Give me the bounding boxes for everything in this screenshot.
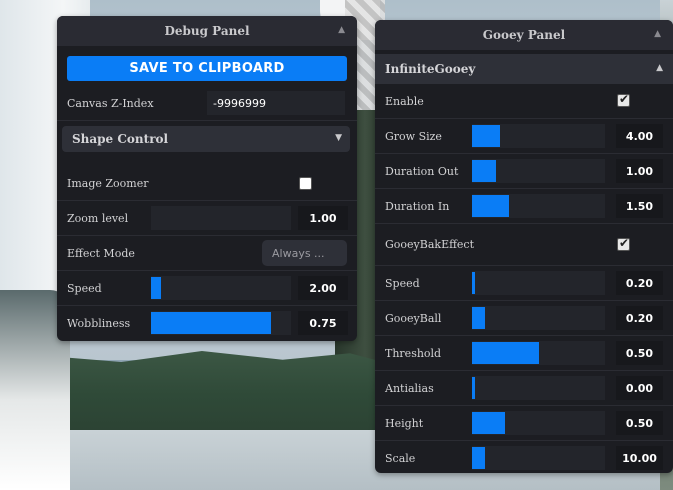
enable-row: Enable ✔ (375, 84, 673, 119)
grow-size-slider[interactable] (472, 124, 605, 148)
antialias-row: Antialias 0.00 (375, 371, 673, 406)
image-zoomer-label: Image Zoomer (67, 176, 149, 190)
antialias-slider-fill (472, 377, 475, 399)
zoom-level-label: Zoom level (67, 211, 129, 225)
infinite-gooey-section[interactable]: InfiniteGooey ▲ (375, 54, 673, 84)
zoom-level-row: Zoom level 1.00 (57, 201, 357, 236)
effect-mode-row: Effect Mode Always ... (57, 236, 357, 271)
gooey-panel: Gooey Panel ▲ InfiniteGooey ▲ Enable ✔ G… (375, 20, 673, 473)
duration-in-label: Duration In (385, 199, 450, 213)
speed-slider[interactable] (151, 276, 291, 300)
scale-slider-fill (472, 447, 485, 469)
shape-control-section[interactable]: Shape Control ▼ (62, 126, 350, 152)
duration-in-slider[interactable] (472, 194, 605, 218)
duration-out-row: Duration Out 1.00 (375, 154, 673, 189)
chevron-down-icon: ▼ (335, 133, 342, 143)
effect-mode-select[interactable]: Always ... (262, 240, 347, 266)
scale-slider[interactable] (472, 446, 605, 470)
grow-size-label: Grow Size (385, 129, 442, 143)
scale-row: Scale 10.00 (375, 441, 673, 473)
height-row: Height 0.50 (375, 406, 673, 441)
antialias-value[interactable]: 0.00 (616, 376, 663, 400)
gooey-bak-effect-label: GooeyBakEffect (385, 238, 474, 251)
duration-out-value[interactable]: 1.00 (616, 159, 663, 183)
wobbliness-slider[interactable] (151, 311, 291, 335)
gooey-ball-row: GooeyBall 0.20 (375, 301, 673, 336)
duration-out-slider[interactable] (472, 159, 605, 183)
debug-panel: Debug Panel ▲ SAVE TO CLIPBOARD Canvas Z… (57, 16, 357, 341)
image-zoomer-checkbox[interactable] (299, 177, 312, 190)
gooey-speed-slider[interactable] (472, 271, 605, 295)
gooey-bak-effect-row: GooeyBakEffect ✔ (375, 224, 673, 266)
canvas-z-index-label: Canvas Z-Index (67, 96, 154, 110)
shape-control-label: Shape Control (72, 132, 169, 146)
duration-in-row: Duration In 1.50 (375, 189, 673, 224)
wobbliness-label: Wobbliness (67, 317, 131, 330)
effect-mode-label: Effect Mode (67, 246, 135, 260)
gooey-panel-title-bar[interactable]: Gooey Panel ▲ (375, 20, 673, 50)
gooey-ball-slider[interactable] (472, 306, 605, 330)
save-to-clipboard-button[interactable]: SAVE TO CLIPBOARD (67, 56, 347, 81)
checkmark-icon: ✔ (619, 236, 630, 250)
zoom-level-slider[interactable] (151, 206, 291, 230)
speed-label: Speed (67, 281, 102, 295)
gooey-speed-label: Speed (385, 276, 420, 290)
height-value[interactable]: 0.50 (616, 411, 663, 435)
gooey-speed-value[interactable]: 0.20 (616, 271, 663, 295)
gooey-ball-label: GooeyBall (385, 311, 442, 325)
duration-out-label: Duration Out (385, 164, 459, 178)
enable-checkbox[interactable]: ✔ (617, 92, 630, 107)
canvas-z-index-input[interactable]: -9996999 (207, 91, 345, 115)
gooey-speed-slider-fill (472, 272, 475, 294)
antialias-slider[interactable] (472, 376, 605, 400)
grow-size-value[interactable]: 4.00 (616, 124, 663, 148)
wobbliness-row: Wobbliness 0.75 (57, 306, 357, 341)
threshold-label: Threshold (385, 346, 442, 360)
gooey-bak-effect-checkbox[interactable]: ✔ (617, 236, 630, 251)
duration-out-slider-fill (472, 160, 496, 182)
chevron-up-icon[interactable]: ▲ (338, 25, 345, 35)
canvas-z-index-row: Canvas Z-Index -9996999 (57, 86, 357, 121)
chevron-up-icon: ▲ (656, 63, 663, 73)
gooey-ball-slider-fill (472, 307, 485, 329)
gooey-panel-title: Gooey Panel (482, 28, 566, 42)
wobbliness-slider-fill (151, 312, 271, 334)
image-zoomer-row: Image Zoomer (57, 166, 357, 201)
gooey-speed-row: Speed 0.20 (375, 266, 673, 301)
checkmark-icon: ✔ (619, 92, 630, 106)
enable-label: Enable (385, 94, 424, 108)
threshold-row: Threshold 0.50 (375, 336, 673, 371)
height-slider-fill (472, 412, 505, 434)
grow-size-row: Grow Size 4.00 (375, 119, 673, 154)
scale-label: Scale (385, 452, 416, 465)
antialias-label: Antialias (385, 381, 434, 395)
infinite-gooey-label: InfiniteGooey (385, 62, 476, 76)
chevron-up-icon[interactable]: ▲ (654, 29, 661, 39)
height-slider[interactable] (472, 411, 605, 435)
height-label: Height (385, 416, 424, 430)
duration-in-value[interactable]: 1.50 (616, 194, 663, 218)
speed-value[interactable]: 2.00 (298, 276, 348, 300)
grow-size-slider-fill (472, 125, 500, 147)
duration-in-slider-fill (472, 195, 509, 217)
threshold-value[interactable]: 0.50 (616, 341, 663, 365)
speed-row: Speed 2.00 (57, 271, 357, 306)
gooey-ball-value[interactable]: 0.20 (616, 306, 663, 330)
debug-panel-title: Debug Panel (164, 24, 250, 38)
debug-panel-title-bar[interactable]: Debug Panel ▲ (57, 16, 357, 46)
threshold-slider-fill (472, 342, 539, 364)
scale-value[interactable]: 10.00 (616, 446, 663, 470)
zoom-level-value[interactable]: 1.00 (298, 206, 348, 230)
wobbliness-value[interactable]: 0.75 (298, 311, 348, 335)
threshold-slider[interactable] (472, 341, 605, 365)
speed-slider-fill (151, 277, 161, 299)
